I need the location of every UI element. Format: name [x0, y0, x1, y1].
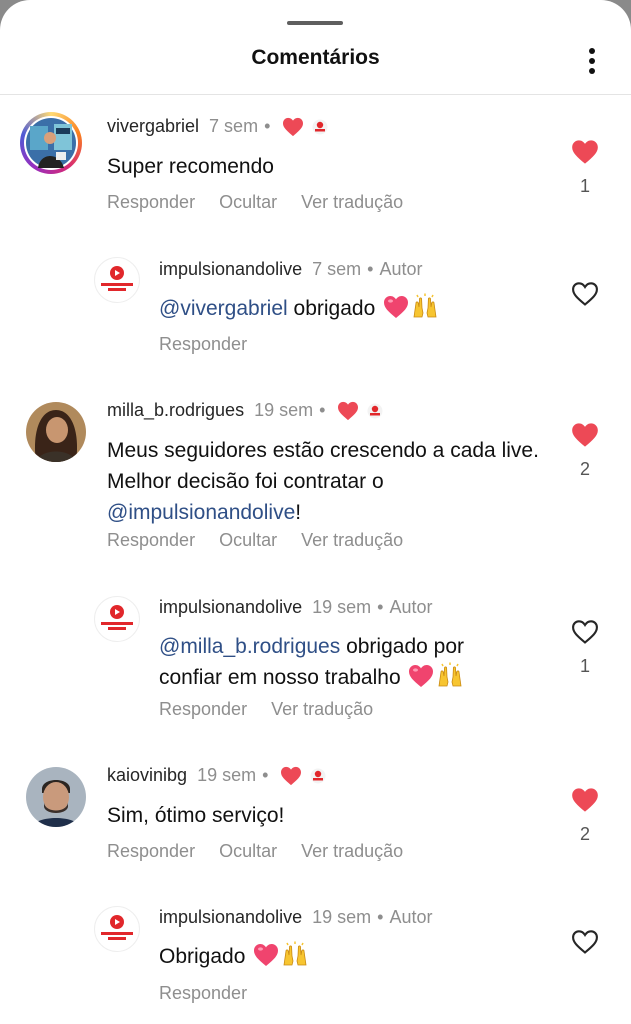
separator-dot: •	[377, 907, 384, 927]
like-heart-icon[interactable]	[571, 422, 599, 448]
username[interactable]: impulsionandolive	[159, 597, 302, 618]
raised-hands-emoji-icon	[436, 662, 464, 688]
drag-handle[interactable]	[287, 21, 343, 25]
like-heart-icon[interactable]	[571, 139, 599, 165]
hide-button[interactable]: Ocultar	[219, 192, 277, 212]
like-heart-icon[interactable]	[571, 787, 599, 813]
avatar[interactable]	[94, 257, 140, 303]
mention-link[interactable]: @impulsionandolive	[107, 501, 295, 524]
like-outline-icon[interactable]	[571, 281, 599, 307]
comment-actions: Responder	[159, 334, 271, 355]
translate-button[interactable]: Ver tradução	[301, 530, 403, 550]
reply-button[interactable]: Responder	[159, 334, 247, 354]
translate-button[interactable]: Ver tradução	[271, 699, 373, 719]
timestamp: 19 sem	[312, 907, 372, 927]
comment-meta: kaiovinibg 19 sem •	[107, 765, 326, 786]
avatar[interactable]	[94, 906, 140, 952]
username[interactable]: kaiovinibg	[107, 765, 187, 786]
author-label: Autor	[389, 597, 433, 617]
comment-text: Super recomendo	[107, 155, 274, 178]
like-count: 2	[579, 824, 590, 844]
comment-text: Sim, ótimo serviço!	[107, 804, 285, 827]
like-outline-icon[interactable]	[571, 929, 599, 955]
author-logo-icon	[312, 119, 328, 135]
translate-button[interactable]: Ver tradução	[301, 192, 403, 212]
like-count: 1	[579, 176, 590, 196]
comment-meta: impulsionandolive 19 sem • Autor	[159, 597, 432, 618]
comment-actions: Responder Ver tradução	[159, 699, 397, 720]
header-divider	[0, 94, 631, 95]
reply-button[interactable]: Responder	[159, 983, 247, 1003]
hide-button[interactable]: Ocultar	[219, 530, 277, 550]
separator-dot: •	[377, 597, 384, 617]
comment-meta: impulsionandolive 19 sem • Autor	[159, 907, 432, 928]
timestamp: 7 sem	[312, 259, 362, 279]
raised-hands-emoji-icon	[411, 293, 439, 319]
author-label: Autor	[389, 907, 433, 927]
username[interactable]: impulsionandolive	[159, 907, 302, 928]
comment-text: @vivergabriel obrigado	[159, 293, 439, 324]
author-logo-icon	[310, 768, 326, 784]
avatar[interactable]	[26, 767, 86, 827]
reply-button[interactable]: Responder	[107, 530, 195, 550]
author-liked-heart-icon	[282, 117, 304, 137]
comment-text: Obrigado	[159, 941, 309, 972]
separator-dot: •	[367, 259, 374, 279]
man-avatar-icon	[26, 767, 86, 827]
impulsionando-logo-icon	[101, 915, 133, 940]
reply-button[interactable]: Responder	[107, 841, 195, 861]
username[interactable]: vivergabriel	[107, 116, 199, 137]
reply-button[interactable]: Responder	[107, 192, 195, 212]
comment-actions: Responder Ocultar Ver tradução	[107, 841, 427, 862]
author-liked-heart-icon	[337, 401, 359, 421]
man-with-poster-avatar-icon	[24, 116, 78, 170]
comment-actions: Responder Ocultar Ver tradução	[107, 530, 427, 551]
author-logo-icon	[367, 403, 383, 419]
heart-emoji-icon	[383, 295, 409, 319]
like-outline-icon[interactable]	[571, 619, 599, 645]
author-label: Autor	[379, 259, 423, 279]
timestamp: 19 sem	[312, 597, 372, 617]
woman-avatar-icon	[26, 402, 86, 462]
comment-text: Meus seguidores estão crescendo a cada l…	[107, 439, 539, 524]
comment-actions: Responder	[159, 983, 271, 1004]
comment-meta: impulsionandolive 7 sem • Autor	[159, 259, 422, 280]
mention-link[interactable]: @milla_b.rodrigues	[159, 635, 340, 658]
page-title: Comentários	[251, 46, 380, 69]
comment-meta: vivergabriel 7 sem •	[107, 116, 328, 137]
avatar[interactable]	[20, 112, 82, 174]
username[interactable]: impulsionandolive	[159, 259, 302, 280]
separator-dot: •	[264, 116, 271, 136]
mention-link[interactable]: @vivergabriel	[159, 297, 288, 320]
timestamp: 7 sem	[209, 116, 259, 136]
comments-sheet: Comentários vivergabriel 7 sem • Super r…	[0, 0, 631, 1024]
separator-dot: •	[262, 765, 269, 785]
translate-button[interactable]: Ver tradução	[301, 841, 403, 861]
impulsionando-logo-icon	[101, 605, 133, 630]
like-count: 1	[579, 656, 590, 676]
comment-actions: Responder Ocultar Ver tradução	[107, 192, 427, 213]
more-options-icon[interactable]	[582, 46, 602, 76]
heart-emoji-icon	[253, 943, 279, 967]
hide-button[interactable]: Ocultar	[219, 841, 277, 861]
timestamp: 19 sem	[254, 400, 314, 420]
separator-dot: •	[319, 400, 326, 420]
comment-text: @milla_b.rodrigues obrigado por confiar …	[159, 635, 464, 689]
author-liked-heart-icon	[280, 766, 302, 786]
raised-hands-emoji-icon	[281, 941, 309, 967]
timestamp: 19 sem	[197, 765, 257, 785]
reply-button[interactable]: Responder	[159, 699, 247, 719]
avatar[interactable]	[26, 402, 86, 462]
username[interactable]: milla_b.rodrigues	[107, 400, 244, 421]
like-count: 2	[579, 459, 590, 479]
avatar[interactable]	[94, 596, 140, 642]
heart-emoji-icon	[408, 664, 434, 688]
impulsionando-logo-icon	[101, 266, 133, 291]
comment-meta: milla_b.rodrigues 19 sem •	[107, 400, 383, 421]
